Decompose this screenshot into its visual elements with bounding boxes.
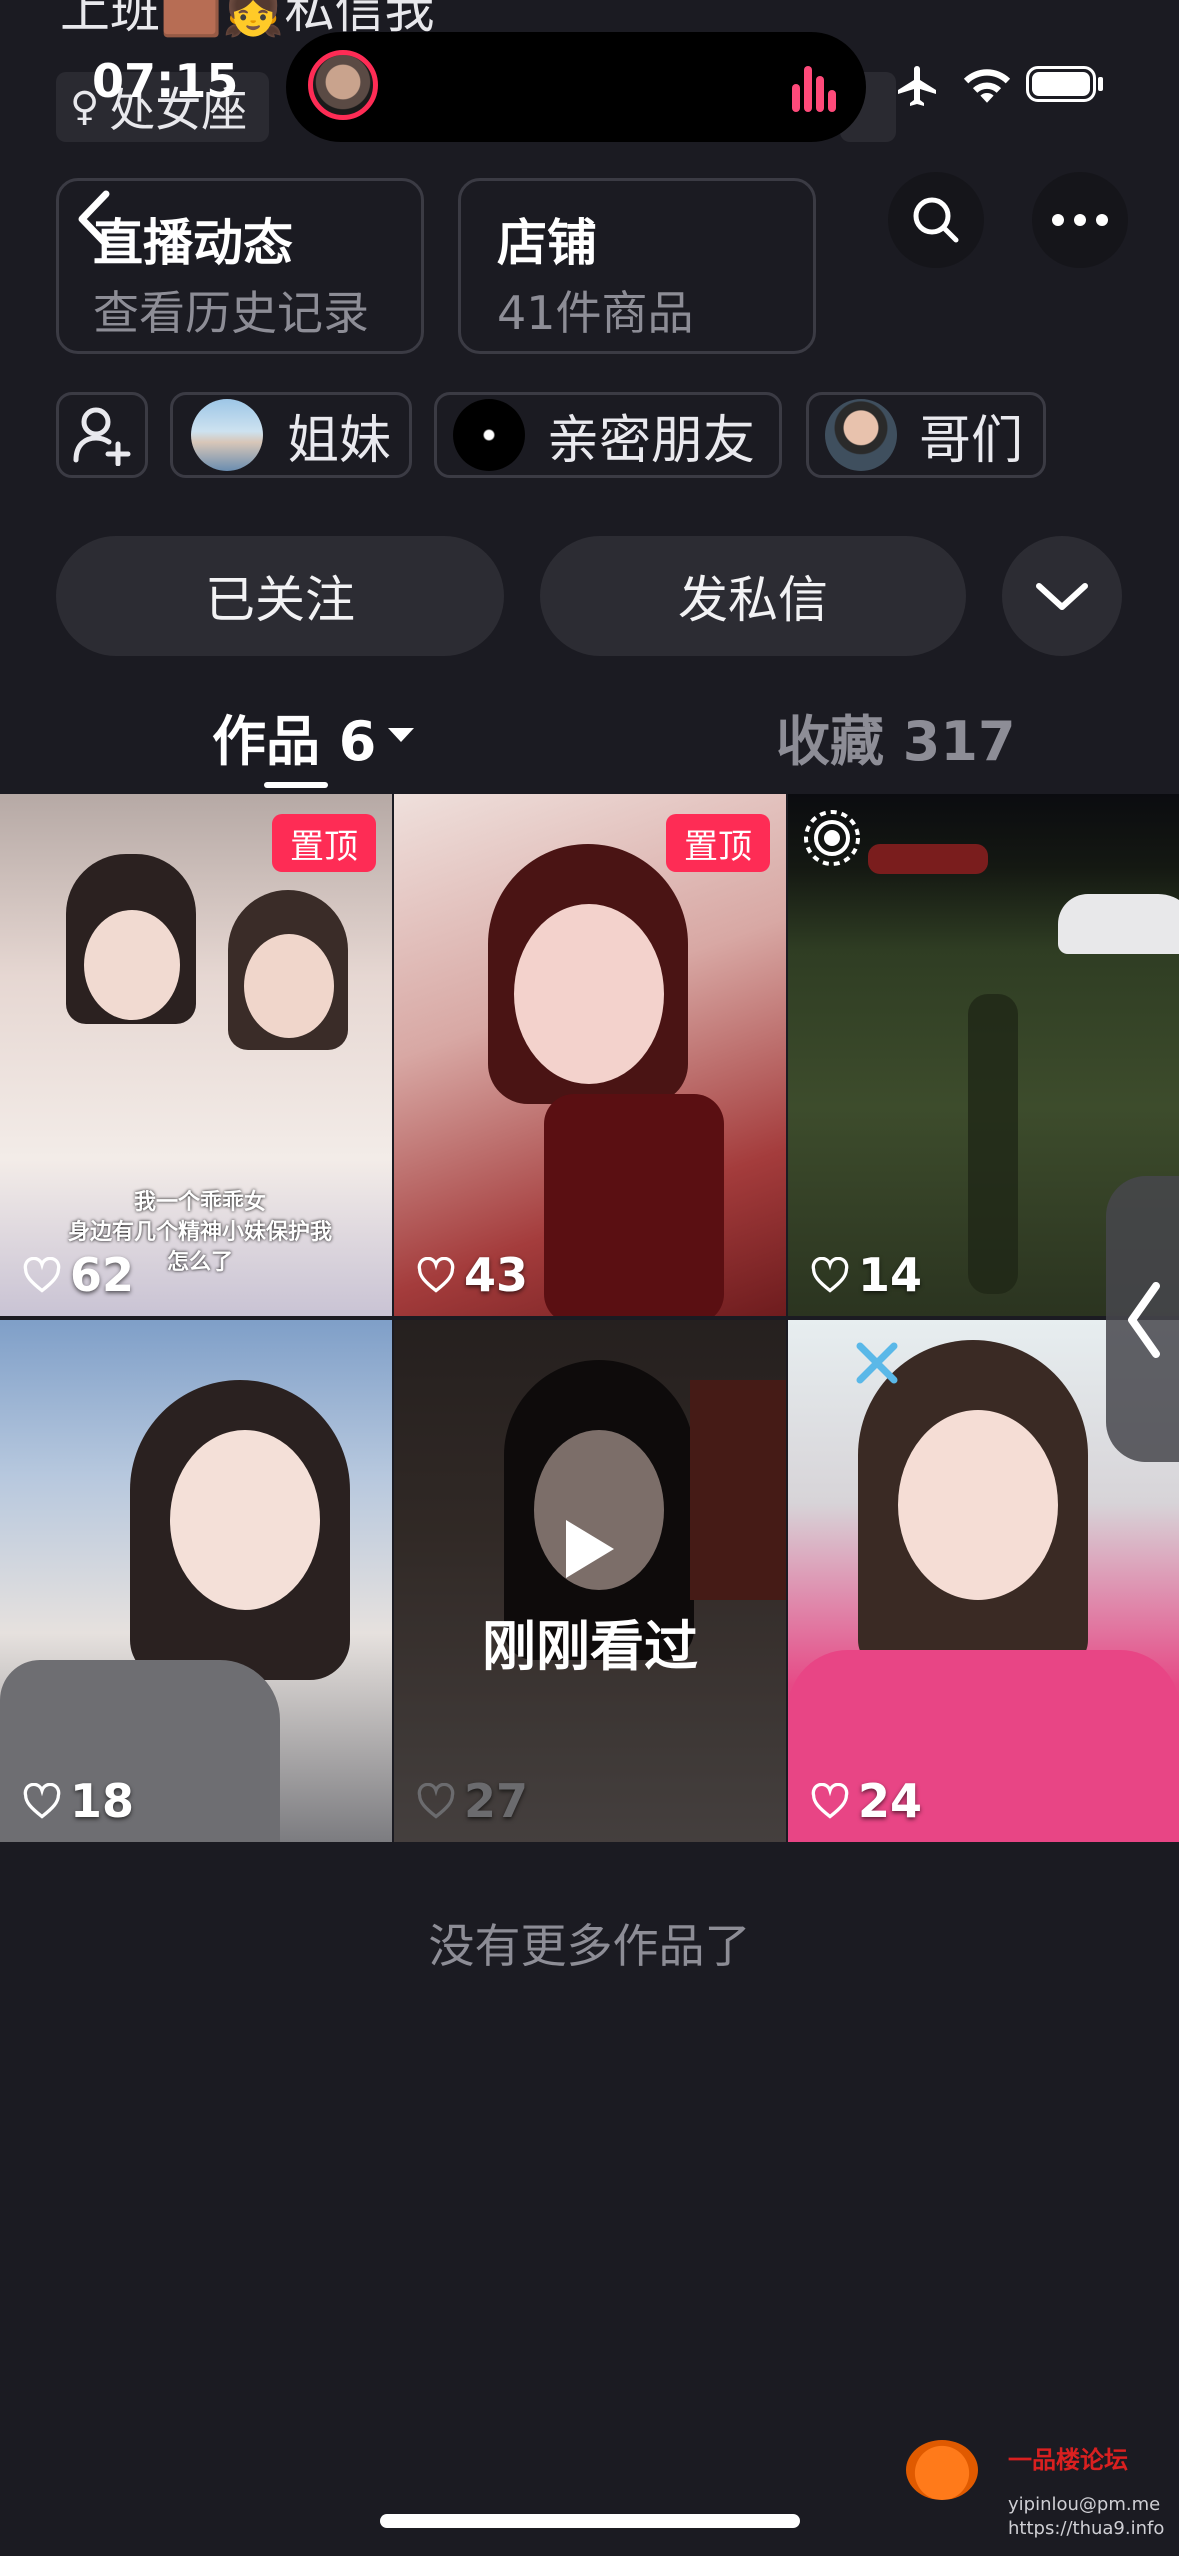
group-tag-bros[interactable]: 哥们 [806, 392, 1046, 478]
watermark-logo [906, 2440, 978, 2500]
group-tag-label: 亲密朋友 [547, 410, 756, 471]
side-drawer-handle[interactable] [1106, 1176, 1179, 1462]
pinned-label: 置顶 [290, 826, 358, 867]
like-count-value: 14 [858, 1248, 923, 1302]
caret-down-icon [388, 728, 415, 742]
more-dots-icon [1052, 214, 1108, 226]
thumbnail-figure [514, 904, 664, 1084]
group-tag-label: 哥们 [919, 410, 1024, 471]
like-count: 27 [416, 1774, 528, 1828]
group-tag-label: 姐妹 [287, 410, 392, 471]
thumbnail-figure [244, 934, 334, 1038]
group-tag-close-friends[interactable]: 亲密朋友 [434, 392, 782, 478]
airplane-icon [898, 66, 936, 106]
like-count-value: 18 [70, 1774, 135, 1828]
pinned-badge: 置顶 [666, 814, 770, 872]
group-tag-sisters[interactable]: 姐妹 [170, 392, 412, 478]
heart-icon [417, 1257, 455, 1293]
bros-avatar [825, 399, 897, 471]
live-badge-icon [804, 810, 860, 866]
recently-viewed-label: 刚刚看过 [482, 1615, 698, 1678]
add-friend-button[interactable] [56, 392, 148, 478]
play-icon[interactable] [558, 1516, 618, 1582]
heart-icon [23, 1257, 61, 1293]
home-indicator[interactable] [380, 2514, 800, 2528]
dynamic-island[interactable] [286, 32, 866, 142]
expand-button[interactable] [1002, 536, 1122, 656]
followed-label: 已关注 [205, 571, 355, 629]
thumbnail-figure [170, 1430, 320, 1610]
video-tile[interactable]: 置顶 我一个乖乖女 身边有几个精神小妹保护我 怎么了 62 [0, 794, 392, 1316]
battery-icon [1026, 66, 1096, 102]
like-count: 24 [810, 1774, 922, 1828]
pinned-label: 置顶 [684, 826, 752, 867]
thumbnail-figure [868, 844, 988, 874]
heart-icon [811, 1257, 849, 1293]
tab-favorites[interactable]: 收藏 317 [776, 696, 1016, 776]
pinned-badge: 置顶 [272, 814, 376, 872]
like-count-value: 43 [464, 1248, 529, 1302]
shop-title: 店铺 [497, 214, 597, 272]
sisters-avatar [191, 399, 263, 471]
search-icon [913, 197, 959, 243]
back-arrow-icon[interactable] [70, 188, 120, 250]
search-button[interactable] [888, 172, 984, 268]
followed-button[interactable]: 已关注 [56, 536, 504, 656]
live-history-title: 直播动态 [93, 214, 293, 272]
close-friends-avatar [453, 399, 525, 471]
thumbnail-figure [898, 1410, 1058, 1600]
music-avatar [308, 50, 378, 120]
battery-tip [1098, 77, 1103, 91]
no-more-works-text: 没有更多作品了 [428, 1919, 751, 1973]
heart-icon [811, 1783, 849, 1819]
thumbnail-figure [544, 1094, 724, 1316]
chevron-down-icon [1036, 583, 1088, 610]
thumbnail-figure [968, 994, 1018, 1294]
shop-card[interactable]: 店铺 41件商品 [458, 178, 816, 354]
watermark-line1: yipinlou@pm.me [1008, 2494, 1161, 2515]
like-count-value: 27 [464, 1774, 529, 1828]
send-message-label: 发私信 [678, 571, 828, 629]
add-user-icon [73, 407, 131, 466]
video-tile[interactable]: 18 [0, 1320, 392, 1842]
status-time: 07:15 [92, 54, 239, 108]
thumbnail-figure [84, 910, 180, 1020]
heart-icon [417, 1783, 455, 1819]
wifi-icon [963, 69, 1011, 103]
like-count: 14 [810, 1248, 922, 1302]
more-button[interactable] [1032, 172, 1128, 268]
like-count-value: 24 [858, 1774, 923, 1828]
shop-subtitle: 41件商品 [497, 286, 694, 340]
hair-clip-icon [856, 1342, 898, 1384]
tab-favorites-label: 收藏 317 [776, 709, 1016, 773]
tab-active-indicator [264, 782, 328, 788]
watermark-line2: https://thua9.info [1008, 2518, 1165, 2539]
heart-icon [23, 1783, 61, 1819]
like-count: 62 [22, 1248, 134, 1302]
tab-works-label: 作品 6 [212, 709, 377, 773]
thumbnail-figure [1058, 894, 1179, 954]
send-message-button[interactable]: 发私信 [540, 536, 966, 656]
like-count: 18 [22, 1774, 134, 1828]
like-count: 43 [416, 1248, 528, 1302]
chevron-left-icon [1128, 1282, 1160, 1358]
video-tile[interactable]: 刚刚看过 27 [394, 1320, 786, 1842]
video-tile[interactable]: 置顶 43 [394, 794, 786, 1316]
like-count-value: 62 [70, 1248, 135, 1302]
live-history-subtitle: 查看历史记录 [93, 286, 369, 340]
watermark-title: 一品楼论坛 [1008, 2446, 1128, 2474]
tab-works[interactable]: 作品 6 [212, 696, 415, 776]
audio-bars-icon [792, 66, 836, 112]
